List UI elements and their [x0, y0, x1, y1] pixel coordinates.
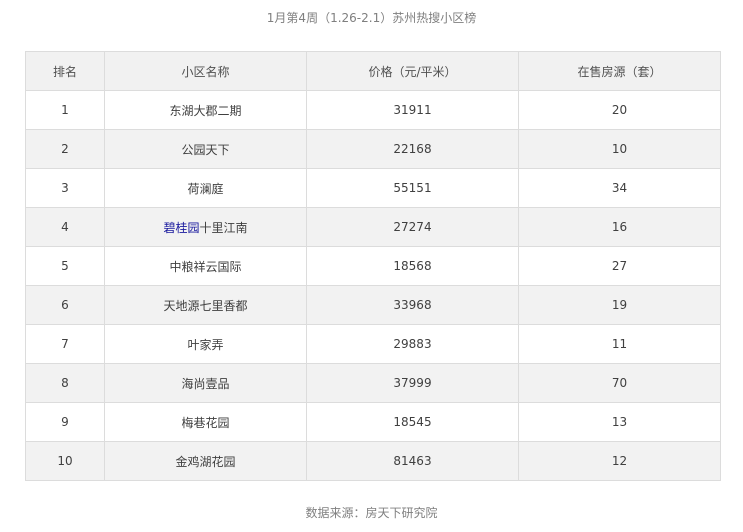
- rank-cell: 1: [25, 90, 105, 130]
- rank-cell: 9: [25, 402, 105, 442]
- community-name-cell: 天地源七里香都: [104, 285, 307, 325]
- ranking-table: 排名 小区名称 价格（元/平米） 在售房源（套） 1 东湖大郡二期 31911 …: [25, 51, 721, 481]
- header-community-name: 小区名称: [104, 51, 307, 91]
- header-price: 价格（元/平米）: [306, 51, 519, 91]
- rank-cell: 8: [25, 363, 105, 403]
- listings-cell: 19: [518, 285, 721, 325]
- table-row: 10 金鸡湖花园 81463 12: [25, 441, 721, 481]
- listings-cell: 27: [518, 246, 721, 286]
- listings-cell: 12: [518, 441, 721, 481]
- community-name-cell: 东湖大郡二期: [104, 90, 307, 130]
- developer-link[interactable]: 碧桂园: [163, 221, 199, 235]
- rank-cell: 2: [25, 129, 105, 169]
- community-name-cell: 中粮祥云国际: [104, 246, 307, 286]
- price-cell: 55151: [306, 168, 519, 208]
- listings-cell: 13: [518, 402, 721, 442]
- rank-cell: 5: [25, 246, 105, 286]
- table-caption: 1月第4周（1.26-2.1）苏州热搜小区榜: [266, 11, 477, 25]
- listings-cell: 10: [518, 129, 721, 169]
- table-row: 5 中粮祥云国际 18568 27: [25, 246, 721, 286]
- listings-cell: 11: [518, 324, 721, 364]
- table-row: 4 碧桂园十里江南 27274 16: [25, 207, 721, 247]
- price-cell: 33968: [306, 285, 519, 325]
- rank-cell: 6: [25, 285, 105, 325]
- table-row: 6 天地源七里香都 33968 19: [25, 285, 721, 325]
- listings-cell: 16: [518, 207, 721, 247]
- price-cell: 29883: [306, 324, 519, 364]
- price-cell: 18545: [306, 402, 519, 442]
- price-cell: 37999: [306, 363, 519, 403]
- header-rank: 排名: [25, 51, 105, 91]
- table-header-row: 排名 小区名称 价格（元/平米） 在售房源（套）: [25, 51, 721, 91]
- table-row: 9 梅巷花园 18545 13: [25, 402, 721, 442]
- table-row: 1 东湖大郡二期 31911 20: [25, 90, 721, 130]
- rank-cell: 3: [25, 168, 105, 208]
- community-name-cell: 公园天下: [104, 129, 307, 169]
- community-name-cell: 金鸡湖花园: [104, 441, 307, 481]
- community-name-cell: 叶家弄: [104, 324, 307, 364]
- table-row: 8 海尚壹品 37999 70: [25, 363, 721, 403]
- listings-cell: 34: [518, 168, 721, 208]
- community-name-cell: 海尚壹品: [104, 363, 307, 403]
- listings-cell: 20: [518, 90, 721, 130]
- community-name-cell: 碧桂园十里江南: [104, 207, 307, 247]
- header-listings: 在售房源（套）: [518, 51, 721, 91]
- community-name-cell: 梅巷花园: [104, 402, 307, 442]
- table-row: 7 叶家弄 29883 11: [25, 324, 721, 364]
- price-cell: 27274: [306, 207, 519, 247]
- table-row: 2 公园天下 22168 10: [25, 129, 721, 169]
- price-cell: 18568: [306, 246, 519, 286]
- price-cell: 22168: [306, 129, 519, 169]
- community-name-rest: 十里江南: [199, 220, 248, 235]
- rank-cell: 10: [25, 441, 105, 481]
- price-cell: 81463: [306, 441, 519, 481]
- community-name-cell: 荷澜庭: [104, 168, 307, 208]
- data-source-note: 数据来源：房天下研究院: [305, 506, 438, 520]
- rank-cell: 7: [25, 324, 105, 364]
- price-cell: 31911: [306, 90, 519, 130]
- listings-cell: 70: [518, 363, 721, 403]
- table-row: 3 荷澜庭 55151 34: [25, 168, 721, 208]
- rank-cell: 4: [25, 207, 105, 247]
